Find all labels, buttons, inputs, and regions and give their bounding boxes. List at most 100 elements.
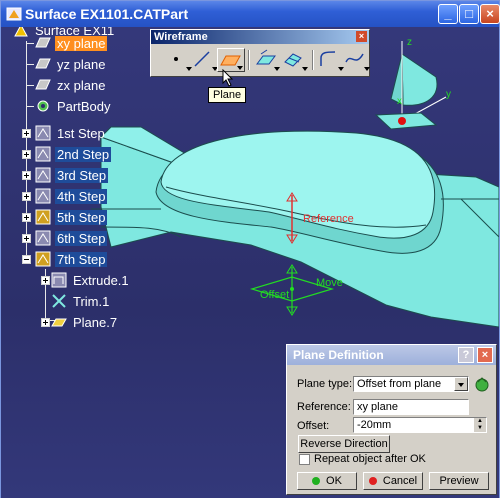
collapse-toggle[interactable] <box>22 255 31 264</box>
tree-item-label: 7th Step <box>55 251 108 267</box>
tree-item-2nd-step[interactable]: 2nd Step <box>35 145 112 163</box>
tree-item-plane-7[interactable]: Plane.7 <box>51 313 119 331</box>
tree-item-label: zx plane <box>57 77 106 93</box>
ok-icon <box>312 477 321 485</box>
tree-item-label: Trim.1 <box>73 293 110 309</box>
tree-item-trim-1[interactable]: Trim.1 <box>51 292 111 310</box>
axis-x-label: x <box>397 96 402 107</box>
minimize-button[interactable]: _ <box>438 4 458 24</box>
toolbar-title[interactable]: Wireframe × <box>151 30 369 44</box>
plane-definition-dialog[interactable]: Plane Definition ? × Plane type: Offset … <box>286 344 497 495</box>
tree-item-partbody[interactable]: PartBody <box>35 97 112 115</box>
expand-toggle[interactable] <box>22 234 31 243</box>
geometrical-set-icon <box>35 209 51 225</box>
ok-label: OK <box>326 475 342 487</box>
catia-window: Surface EX1101.CATPart _ □ × Reference O… <box>0 0 500 498</box>
axis-y-label: y <box>446 89 451 100</box>
extrude-icon <box>51 272 67 288</box>
tree-item-label: Extrude.1 <box>73 272 129 288</box>
geometrical-set-icon <box>35 146 51 162</box>
repeat-object-checkbox[interactable] <box>299 454 310 465</box>
trim-icon <box>52 294 66 308</box>
dialog-title: Plane Definition <box>293 348 384 362</box>
mouse-cursor-icon <box>222 69 234 87</box>
expand-toggle[interactable] <box>41 276 50 285</box>
tree-item-1st-step[interactable]: 1st Step <box>35 124 107 142</box>
plane-type-value: Offset from plane <box>357 378 442 390</box>
wireframe-toolbar[interactable]: Wireframe × <box>150 29 370 77</box>
tree-item-label: 6th Step <box>55 230 108 246</box>
part-icon <box>14 27 28 37</box>
preview-button[interactable]: Preview <box>429 472 489 490</box>
ok-button[interactable]: OK <box>297 472 357 490</box>
circle-button[interactable] <box>317 48 345 72</box>
tree-item-xy-plane[interactable]: xy plane <box>35 34 108 52</box>
tree-item-3rd-step[interactable]: 3rd Step <box>35 166 109 184</box>
cancel-button[interactable]: Cancel <box>363 472 423 490</box>
maximize-button[interactable]: □ <box>459 4 479 24</box>
plane-type-select[interactable]: Offset from plane <box>353 376 469 392</box>
tree-item-label: 1st Step <box>57 125 105 141</box>
expand-toggle[interactable] <box>22 192 31 201</box>
close-button[interactable]: × <box>480 4 500 24</box>
chevron-down-icon[interactable] <box>454 377 468 391</box>
window-title: Surface EX1101.CATPart <box>25 6 189 22</box>
tree-item-label: Plane.7 <box>73 314 118 330</box>
tree-item-7th-step[interactable]: 7th Step <box>35 250 108 268</box>
title-bar[interactable]: Surface EX1101.CATPart _ □ × <box>1 1 500 27</box>
compass-icon[interactable] <box>374 41 447 130</box>
geometrical-set-icon <box>35 125 51 141</box>
plane-icon <box>35 58 51 69</box>
spline-button[interactable] <box>343 48 371 72</box>
cancel-icon <box>368 477 377 485</box>
offset-value: -20mm <box>357 419 392 431</box>
geometrical-set-icon <box>35 230 51 246</box>
point-button[interactable] <box>165 48 193 72</box>
tree-item-label: PartBody <box>57 98 111 114</box>
plane-icon <box>35 37 51 48</box>
expand-toggle[interactable] <box>22 129 31 138</box>
geometrical-set-icon <box>35 167 51 183</box>
move-label: Move <box>316 277 343 289</box>
offset-stepper[interactable]: ▲ ▼ <box>474 418 486 432</box>
offset-field[interactable]: -20mm ▲ ▼ <box>353 417 487 433</box>
tree-item-label: xy plane <box>55 35 108 51</box>
offset-label: Offset: <box>297 420 330 432</box>
reference-label: Reference: <box>297 401 351 413</box>
tree-item-label: 4th Step <box>55 188 108 204</box>
dialog-title-bar[interactable]: Plane Definition ? × <box>287 345 496 365</box>
3d-viewport[interactable]: Reference Offset Move z x y Surface EX11… <box>1 27 499 498</box>
tree-item-yz-plane[interactable]: yz plane <box>35 55 107 73</box>
tree-item-zx-plane[interactable]: zx plane <box>35 76 107 94</box>
tree-item-extrude-1[interactable]: Extrude.1 <box>51 271 131 289</box>
plane-tooltip: Plane <box>208 87 247 103</box>
toolbar-title-text: Wireframe <box>154 31 208 43</box>
expand-toggle[interactable] <box>22 150 31 159</box>
plane-icon <box>35 79 51 90</box>
offset-label: Offset <box>260 289 290 301</box>
reference-value: xy plane <box>357 401 398 413</box>
tree-item-5th-step[interactable]: 5th Step <box>35 208 108 226</box>
expand-toggle[interactable] <box>41 318 50 327</box>
tree-item-6th-step[interactable]: 6th Step <box>35 229 108 247</box>
help-button[interactable]: ? <box>458 347 474 363</box>
plane-icon <box>51 318 67 327</box>
projection-button[interactable] <box>253 48 281 72</box>
repeat-object-label: Repeat object after OK <box>314 453 426 465</box>
tree-item-label: 2nd Step <box>55 146 112 162</box>
line-button[interactable] <box>191 48 219 72</box>
geometrical-set-icon <box>35 251 51 267</box>
dialog-close-button[interactable]: × <box>477 347 493 363</box>
expand-toggle[interactable] <box>22 213 31 222</box>
expand-toggle[interactable] <box>22 171 31 180</box>
tree-item-label: 5th Step <box>55 209 108 225</box>
tree-item-4th-step[interactable]: 4th Step <box>35 187 108 205</box>
intersection-button[interactable] <box>281 48 309 72</box>
plane-type-label: Plane type: <box>297 378 353 390</box>
toolbar-close-button[interactable]: × <box>356 31 367 42</box>
reference-field[interactable]: xy plane <box>353 399 469 415</box>
reverse-direction-button[interactable]: Reverse Direction <box>298 435 390 453</box>
lock-icon[interactable] <box>473 375 491 393</box>
reference-label: Reference <box>303 213 354 225</box>
tree-item-label: 3rd Step <box>55 167 109 183</box>
